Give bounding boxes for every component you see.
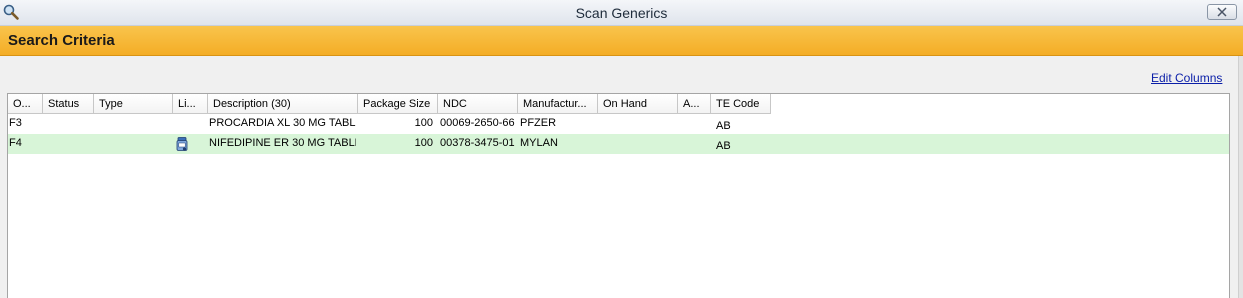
column-header-a[interactable]: A... (678, 94, 711, 114)
column-header-package-size[interactable]: Package Size (358, 94, 438, 114)
cell-package-size: 100 (414, 137, 433, 149)
cell-o: F3 (9, 117, 22, 129)
column-header-status[interactable]: Status (43, 94, 94, 114)
column-header-on-hand[interactable]: On Hand (598, 94, 678, 114)
cell-description: NIFEDIPINE ER 30 MG TABLET (209, 137, 356, 149)
cell-manufacturer: PFZER (520, 117, 557, 129)
scrollbar[interactable] (1238, 56, 1243, 298)
window-title: Scan Generics (575, 5, 668, 21)
close-button[interactable] (1207, 4, 1237, 20)
cell-package-size: 100 (414, 117, 433, 129)
title-bar: Scan Generics (0, 0, 1243, 26)
cell-ndc: 00069-2650-66 (440, 117, 515, 129)
column-header-manufacturer[interactable]: Manufactur... (518, 94, 598, 114)
column-header-description[interactable]: Description (30) (208, 94, 358, 114)
edit-columns-link[interactable]: Edit Columns (1151, 71, 1222, 85)
results-grid: O... Status Type Li... Description (30) … (7, 93, 1230, 298)
table-row[interactable]: F3 PROCARDIA XL 30 MG TABLET 100 00069-2… (8, 114, 1229, 134)
cell-te-code: AB (716, 140, 731, 152)
table-row[interactable]: F4 NIFEDIPINE ER 30 MG TABLET 100 00378-… (8, 134, 1229, 154)
close-icon (1217, 7, 1227, 17)
column-header-te-code[interactable]: TE Code (711, 94, 771, 114)
cell-ndc: 00378-3475-01 (440, 137, 515, 149)
column-header-type[interactable]: Type (94, 94, 173, 114)
column-header-li[interactable]: Li... (173, 94, 208, 114)
search-criteria-banner: Search Criteria (0, 26, 1243, 56)
grid-header: O... Status Type Li... Description (30) … (8, 94, 1229, 114)
column-header-ndc[interactable]: NDC (438, 94, 518, 114)
column-header-o[interactable]: O... (8, 94, 43, 114)
cell-o: F4 (9, 137, 22, 149)
cell-manufacturer: MYLAN (520, 137, 558, 149)
pill-bottle-icon (176, 137, 188, 151)
cell-description: PROCARDIA XL 30 MG TABLET (209, 117, 356, 129)
banner-title: Search Criteria (8, 32, 115, 49)
